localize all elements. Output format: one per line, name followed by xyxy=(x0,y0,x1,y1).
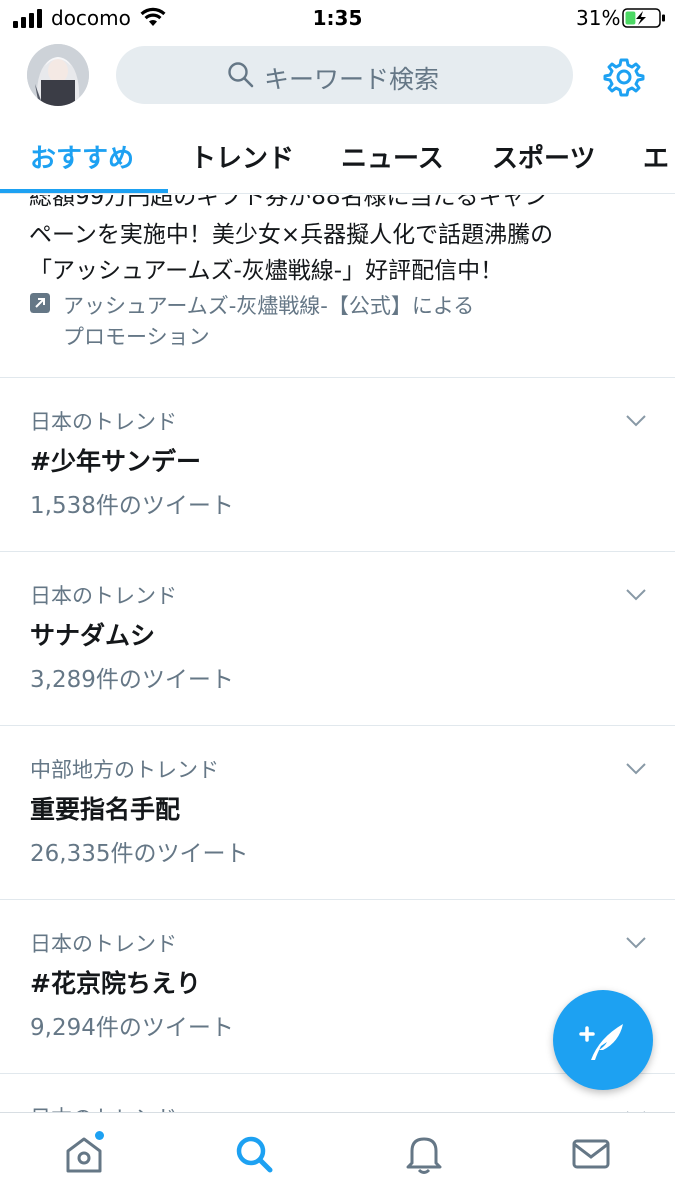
avatar[interactable] xyxy=(27,44,89,106)
chevron-down-icon[interactable] xyxy=(625,588,647,602)
trend-context: 中部地方のトレンド xyxy=(30,758,219,782)
trend-context: 日本のトレンド xyxy=(30,584,177,608)
trend-tweet-count: 26,335件のツイート xyxy=(30,841,249,867)
tab-indicator xyxy=(0,189,168,193)
trend-item[interactable]: 日本のトレンド #少年サンデー 1,538件のツイート xyxy=(0,378,675,552)
tab-news[interactable]: ニュース xyxy=(341,138,444,175)
promoted-by: アッシュアームズ-灰燼戦線-【公式】による xyxy=(63,294,475,318)
mail-icon[interactable] xyxy=(571,1133,611,1175)
clock: 1:35 xyxy=(312,6,363,30)
chevron-down-icon[interactable] xyxy=(625,762,647,776)
tab-trends[interactable]: トレンド xyxy=(190,138,294,175)
trend-name: #少年サンデー xyxy=(30,447,201,476)
battery-percent: 31% xyxy=(576,6,621,30)
tab-bar: おすすめ トレンド ニュース スポーツ エ xyxy=(0,118,675,194)
search-placeholder: キーワード検索 xyxy=(264,65,440,94)
bottom-nav xyxy=(0,1112,675,1200)
trend-context: 日本のトレンド xyxy=(30,410,177,434)
promoted-arrow-icon xyxy=(30,293,50,313)
trend-item[interactable]: 中部地方のトレンド 重要指名手配 26,335件のツイート xyxy=(0,726,675,900)
trend-name: 重要指名手配 xyxy=(30,795,181,824)
search-input[interactable]: キーワード検索 xyxy=(116,46,573,104)
trend-name: サナダムシ xyxy=(30,621,156,650)
promo-text-line: 「アッシュアームズ-灰燼戦線-」好評配信中！ xyxy=(29,258,504,284)
bell-icon[interactable] xyxy=(404,1133,444,1175)
compose-feather-icon xyxy=(579,1024,623,1060)
tab-sports[interactable]: スポーツ xyxy=(492,138,595,175)
trend-item[interactable]: 日本のトレンド サナダムシ 3,289件のツイート xyxy=(0,552,675,726)
trend-tweet-count: 3,289件のツイート xyxy=(30,667,234,693)
promo-text-line: 総額99万円超のギフト券が88名様に当たるキャン xyxy=(29,195,548,210)
compose-tweet-button[interactable] xyxy=(553,990,653,1090)
tab-entertainment[interactable]: エ xyxy=(643,138,669,175)
home-badge xyxy=(95,1131,104,1140)
promoted-label: プロモーション xyxy=(63,325,210,349)
search-icon[interactable] xyxy=(234,1133,274,1175)
chevron-down-icon[interactable] xyxy=(625,936,647,950)
trend-tweet-count: 9,294件のツイート xyxy=(30,1015,234,1041)
battery-icon xyxy=(622,8,665,28)
user-avatar-icon xyxy=(27,44,89,106)
status-bar: docomo 1:35 31% xyxy=(0,0,675,36)
trend-context: 日本のトレンド xyxy=(30,932,177,956)
gear-icon[interactable] xyxy=(603,56,645,98)
promo-text-line: ペーンを実施中！美少女×兵器擬人化で話題沸騰の xyxy=(29,222,554,248)
trend-name: #花京院ちえり xyxy=(30,969,201,998)
header: キーワード検索 xyxy=(0,36,675,118)
trend-tweet-count: 1,538件のツイート xyxy=(30,493,234,519)
trend-list: 総額99万円超のギフト券が88名様に当たるキャン ペーンを実施中！美少女×兵器擬… xyxy=(0,195,675,1113)
promoted-item[interactable]: 総額99万円超のギフト券が88名様に当たるキャン ペーンを実施中！美少女×兵器擬… xyxy=(0,195,675,378)
search-icon xyxy=(228,62,254,88)
tab-recommended[interactable]: おすすめ xyxy=(30,138,134,175)
chevron-down-icon[interactable] xyxy=(625,414,647,428)
